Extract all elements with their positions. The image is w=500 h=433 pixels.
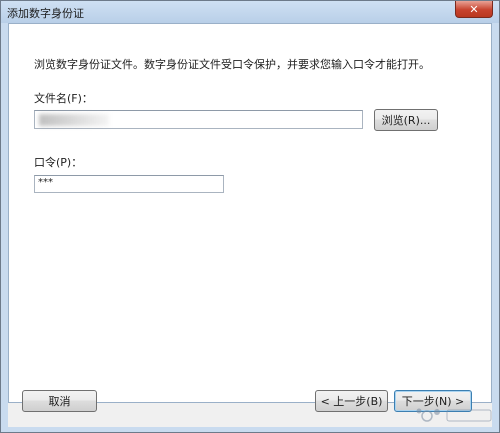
instruction-text: 浏览数字身份证文件。数字身份证文件受口令保护，并要求您输入口令才能打开。 bbox=[34, 58, 430, 71]
window-title: 添加数字身份证 bbox=[7, 7, 84, 20]
dialog-content: 浏览数字身份证文件。数字身份证文件受口令保护，并要求您输入口令才能打开。 文件名… bbox=[8, 23, 492, 403]
browse-button[interactable]: 浏览(R)... bbox=[374, 109, 438, 131]
dialog-window: 添加数字身份证 ✕ 浏览数字身份证文件。数字身份证文件受口令保护，并要求您输入口… bbox=[0, 0, 500, 433]
title-bar[interactable]: 添加数字身份证 ✕ bbox=[1, 1, 499, 23]
redacted-path bbox=[39, 114, 109, 126]
close-icon: ✕ bbox=[469, 2, 479, 16]
password-input[interactable]: *** bbox=[34, 175, 224, 193]
file-name-input[interactable] bbox=[34, 110, 363, 129]
close-button[interactable]: ✕ bbox=[455, 1, 493, 18]
watermark-logo bbox=[416, 408, 492, 422]
file-name-label: 文件名(F)： bbox=[34, 92, 93, 105]
password-label: 口令(P)： bbox=[34, 156, 83, 169]
back-button[interactable]: < 上一步(B) bbox=[315, 390, 388, 412]
cancel-button[interactable]: 取消 bbox=[22, 390, 97, 412]
